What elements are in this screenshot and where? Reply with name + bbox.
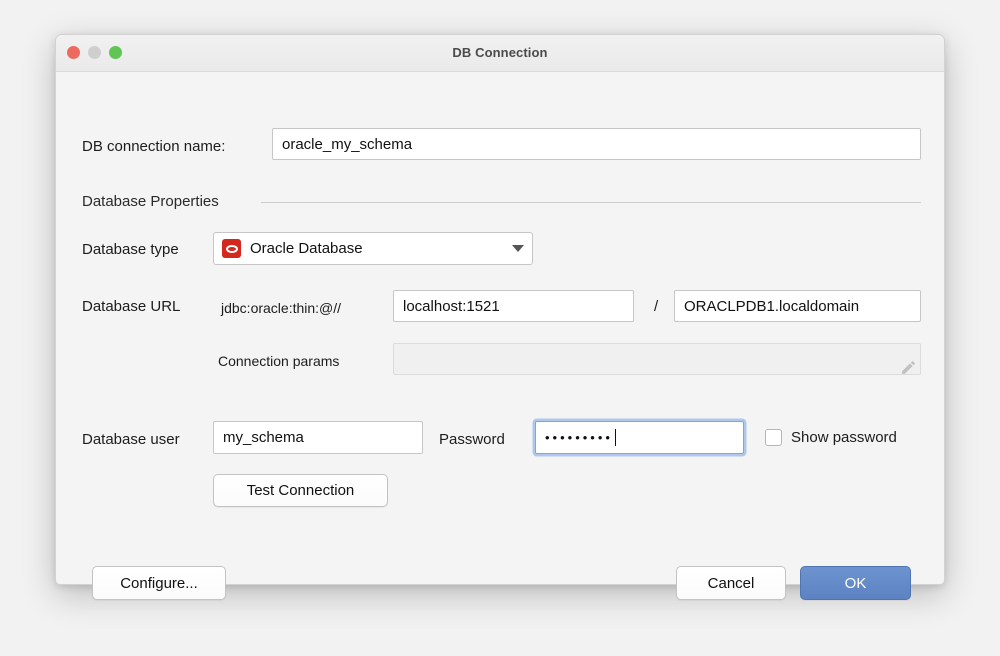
password-input[interactable]: ••••••••• bbox=[535, 421, 744, 454]
database-host-input[interactable]: localhost:1521 bbox=[393, 290, 634, 322]
title-bar: DB Connection bbox=[56, 35, 944, 72]
cancel-button[interactable]: Cancel bbox=[676, 566, 786, 600]
section-divider bbox=[261, 202, 921, 203]
database-type-label: Database type bbox=[82, 241, 179, 258]
oracle-logo-icon bbox=[222, 239, 241, 258]
chevron-down-icon bbox=[512, 245, 524, 252]
show-password-label: Show password bbox=[791, 429, 897, 446]
connection-params-label: Connection params bbox=[218, 353, 339, 369]
pencil-icon[interactable] bbox=[900, 359, 917, 376]
connection-name-input[interactable]: oracle_my_schema bbox=[272, 128, 921, 160]
database-service-input[interactable]: ORACLPDB1.localdomain bbox=[674, 290, 921, 322]
connection-name-label: DB connection name: bbox=[82, 138, 225, 155]
database-type-value: Oracle Database bbox=[250, 240, 363, 257]
ok-button[interactable]: OK bbox=[800, 566, 911, 600]
password-label: Password bbox=[439, 431, 505, 448]
connection-params-input[interactable] bbox=[393, 343, 921, 375]
database-properties-heading: Database Properties bbox=[82, 193, 219, 210]
database-type-dropdown[interactable]: Oracle Database bbox=[213, 232, 533, 265]
db-connection-dialog: DB Connection DB connection name: oracle… bbox=[55, 34, 945, 585]
database-user-label: Database user bbox=[82, 431, 180, 448]
dialog-content: DB connection name: oracle_my_schema Dat… bbox=[56, 72, 944, 585]
show-password-checkbox[interactable] bbox=[765, 429, 782, 446]
show-password-toggle[interactable]: Show password bbox=[765, 429, 897, 446]
password-masked-value: ••••••••• bbox=[545, 431, 613, 444]
test-connection-button[interactable]: Test Connection bbox=[213, 474, 388, 507]
configure-button[interactable]: Configure... bbox=[92, 566, 226, 600]
database-user-input[interactable]: my_schema bbox=[213, 421, 423, 454]
jdbc-prefix-label: jdbc:oracle:thin:@// bbox=[221, 300, 341, 316]
window-title: DB Connection bbox=[56, 45, 944, 60]
text-cursor bbox=[615, 429, 616, 446]
database-url-label: Database URL bbox=[82, 298, 180, 315]
url-separator: / bbox=[654, 298, 658, 315]
